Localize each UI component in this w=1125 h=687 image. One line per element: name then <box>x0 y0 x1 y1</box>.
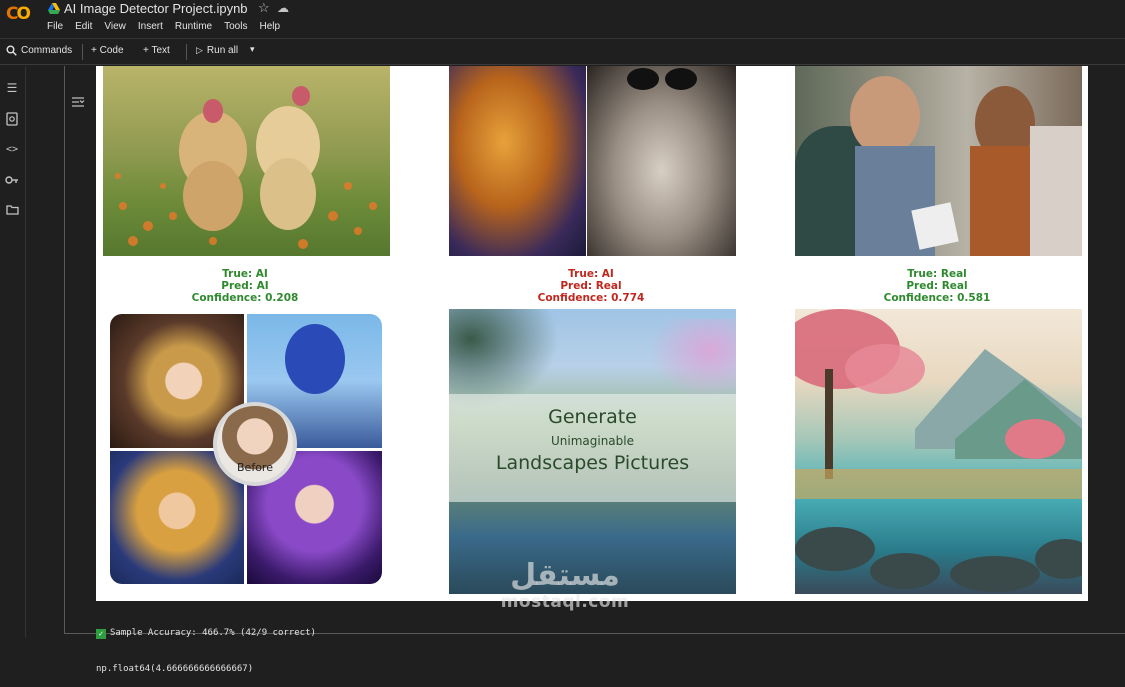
run-all-dropdown[interactable]: ▾ <box>250 44 255 55</box>
banner-line-3: Landscapes Pictures <box>495 452 690 474</box>
run-all-label: Run all <box>206 45 239 56</box>
run-all-button[interactable]: ▷ Run all <box>196 45 238 56</box>
drive-icon <box>48 3 60 14</box>
menu-help[interactable]: Help <box>259 21 280 32</box>
search-icon <box>6 45 17 56</box>
colab-logo[interactable]: CO <box>6 4 38 24</box>
banner-line-1: Generate <box>548 406 637 428</box>
notebook-title[interactable]: AI Image Detector Project.ipynb <box>64 1 248 16</box>
true-label: True: AI <box>222 268 268 280</box>
commands-label: Commands <box>21 45 73 56</box>
image-portrait-collage: Before <box>110 314 382 584</box>
caption-result-2: True: AI Pred: Real Confidence: 0.774 <box>446 268 736 304</box>
generate-banner: Generate Unimaginable Landscapes Picture… <box>449 394 736 502</box>
watermark-arabic: مستقل <box>510 558 620 593</box>
accuracy-line: ✓ Sample Accuracy: 466.7% (42/9 correct) <box>96 627 316 639</box>
image-fantasy-portraits <box>449 66 736 256</box>
menu-insert[interactable]: Insert <box>138 21 163 32</box>
pred-label: Pred: Real <box>560 280 622 292</box>
true-label: True: AI <box>568 268 614 280</box>
mostaql-watermark: مستقل mostaql.com <box>495 558 635 613</box>
caption-result-3: True: Real Pred: Real Confidence: 0.581 <box>792 268 1082 304</box>
chevron-down-icon: ▾ <box>250 44 255 54</box>
output-figure: True: AI Pred: AI Confidence: 0.208 True… <box>96 66 1088 601</box>
cell-border <box>64 66 65 634</box>
image-lake-landscape <box>795 309 1082 594</box>
commands-button[interactable]: Commands <box>6 45 72 56</box>
menu-edit[interactable]: Edit <box>75 21 92 32</box>
return-value-line: np.float64(4.666666666666667) <box>96 664 254 674</box>
header-bar: CO AI Image Detector Project.ipynb ☆ ☁ F… <box>0 0 1125 38</box>
watermark-latin: mostaql.com <box>500 592 630 612</box>
add-code-label: + Code <box>91 45 124 56</box>
pred-label: Pred: AI <box>221 280 269 292</box>
menu-view[interactable]: View <box>104 21 126 32</box>
banner-line-2: Unimaginable <box>550 434 634 448</box>
files-folder-icon[interactable] <box>5 204 19 218</box>
menu-file[interactable]: File <box>47 21 63 32</box>
before-badge: Before <box>213 402 297 486</box>
toc-icon[interactable]: ☰ <box>5 81 19 95</box>
confidence-label: Confidence: 0.581 <box>883 292 991 304</box>
output-collapse-icon[interactable] <box>71 96 85 108</box>
code-snippets-icon[interactable]: <> <box>5 143 19 157</box>
cell-output-text: ✓ Sample Accuracy: 466.7% (42/9 correct) … <box>96 603 316 687</box>
caption-result-1: True: AI Pred: AI Confidence: 0.208 <box>100 268 390 304</box>
pred-label: Pred: Real <box>906 280 968 292</box>
toolbar-divider <box>186 44 187 60</box>
toolbar-divider <box>82 44 83 60</box>
confidence-label: Confidence: 0.208 <box>191 292 299 304</box>
cloud-icon[interactable]: ☁ <box>277 1 289 15</box>
confidence-label: Confidence: 0.774 <box>537 292 645 304</box>
accuracy-text: Sample Accuracy: 466.7% (42/9 correct) <box>110 628 316 638</box>
add-text-button[interactable]: + Text <box>143 45 170 56</box>
image-people-table <box>795 66 1082 256</box>
find-icon[interactable] <box>5 112 19 126</box>
add-code-button[interactable]: + Code <box>91 45 124 56</box>
secrets-key-icon[interactable] <box>5 174 19 188</box>
menu-tools[interactable]: Tools <box>224 21 247 32</box>
true-label: True: Real <box>907 268 967 280</box>
before-label: Before <box>237 461 273 474</box>
image-generate-landscapes: Generate Unimaginable Landscapes Picture… <box>449 309 736 594</box>
image-puppies <box>103 66 390 256</box>
menu-bar: File Edit View Insert Runtime Tools Help <box>47 21 292 32</box>
toolbar: Commands + Code + Text ▷ Run all ▾ <box>0 38 1125 65</box>
add-text-label: + Text <box>143 45 170 56</box>
play-icon: ▷ <box>196 45 203 55</box>
menu-runtime[interactable]: Runtime <box>175 21 212 32</box>
left-sidebar: ☰ <> <box>0 66 26 638</box>
star-icon[interactable]: ☆ <box>258 0 270 16</box>
